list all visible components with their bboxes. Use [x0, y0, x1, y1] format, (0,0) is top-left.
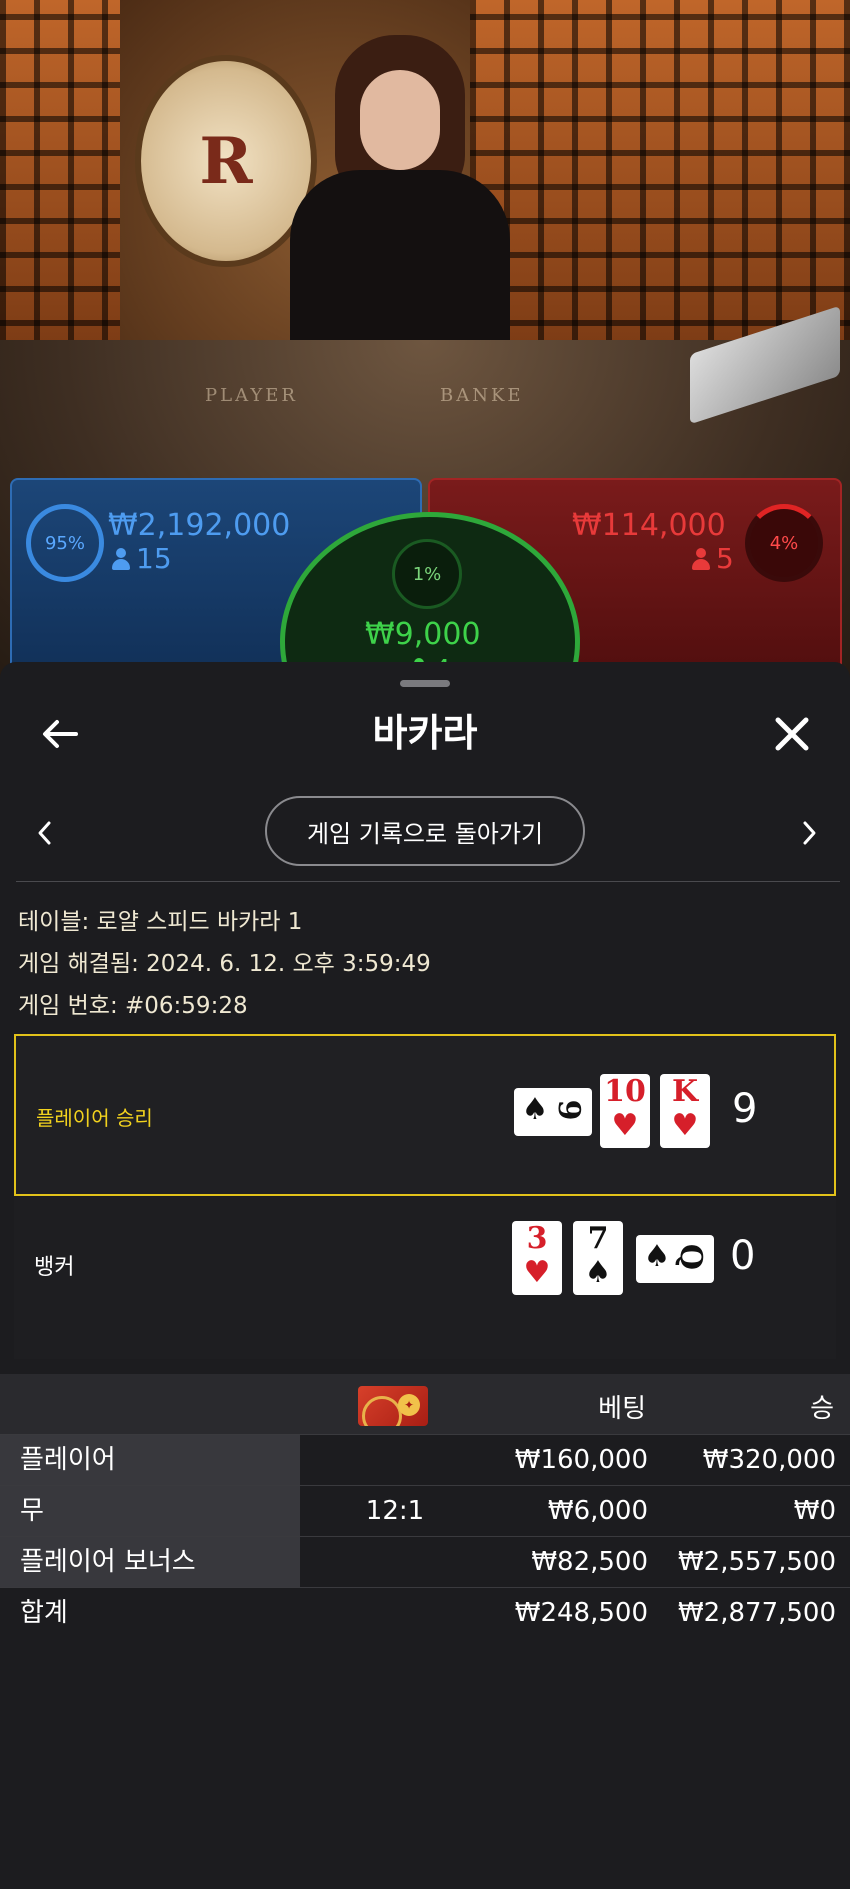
tie-percent-ring: 1% — [392, 539, 462, 609]
table-info: 테이블: 로얄 스피드 바카라 1 — [18, 909, 303, 935]
card-suit: ♠ — [643, 1239, 671, 1274]
banker-count: 5 — [692, 542, 734, 575]
card-suit: ♠ — [584, 1255, 612, 1290]
win-column-header: 승 — [810, 1394, 834, 1424]
bet-amount: ₩6,000 — [547, 1496, 648, 1526]
bet-column-header: 베팅 — [598, 1394, 646, 1424]
total-bet-amount: ₩248,500 — [514, 1598, 648, 1628]
player-percent-ring: 95% — [26, 504, 104, 582]
table-row: 플레이어 ₩160,000 ₩320,000 — [0, 1434, 850, 1485]
player-count: 15 — [112, 542, 172, 575]
banker-score: 0 — [730, 1233, 756, 1279]
chevron-right-icon — [803, 821, 816, 845]
win-amount: ₩2,557,500 — [677, 1547, 836, 1577]
user-icon — [692, 548, 710, 570]
bet-type: 플레이어 — [0, 1435, 300, 1485]
bet-amount: ₩160,000 — [514, 1445, 648, 1475]
banker-outcome-row: 뱅커 3 ♥ 7 ♠ ♠ Q 0 — [14, 1197, 836, 1359]
player-outcome-row: 플레이어 승리 ♠ 9 10 ♥ K ♥ 9 — [14, 1034, 836, 1196]
card-suit: ♥ — [523, 1255, 551, 1290]
card-suit: ♠ — [521, 1092, 549, 1127]
divider — [16, 881, 840, 882]
banker-percent-ring: 4% — [745, 504, 823, 582]
return-to-history-button[interactable]: 게임 기록으로 돌아가기 — [265, 796, 585, 866]
playing-card: 3 ♥ — [512, 1221, 562, 1295]
close-button[interactable] — [768, 710, 816, 758]
felt-banker-text: BANKE — [440, 385, 524, 406]
player-percent: 95% — [44, 532, 85, 554]
close-icon — [775, 717, 809, 751]
wall-lattice-left — [0, 0, 120, 360]
card-rank: 3 — [526, 1221, 548, 1256]
bet-amount: ₩82,500 — [531, 1547, 648, 1577]
player-score: 9 — [732, 1086, 758, 1132]
table-row: 무 12:1 ₩6,000 ₩0 — [0, 1485, 850, 1536]
playing-card: ♠ 9 — [514, 1088, 592, 1136]
royal-logo-letter: R — [199, 123, 253, 199]
playing-card: ♠ Q — [636, 1235, 714, 1283]
card-suit: ♥ — [611, 1108, 639, 1143]
wall-lattice-right — [470, 0, 850, 360]
card-suit: ♥ — [671, 1108, 699, 1143]
previous-round-button[interactable] — [30, 818, 60, 848]
user-icon — [112, 548, 130, 570]
tie-percent: 1% — [412, 563, 442, 585]
wave-pattern — [362, 1396, 402, 1426]
table-row: 플레이어 보너스 ₩82,500 ₩2,557,500 — [0, 1536, 850, 1587]
card-rank: 7 — [587, 1221, 609, 1256]
bet-type: 플레이어 보너스 — [0, 1537, 300, 1587]
card-rank: Q — [673, 1243, 708, 1271]
card-rank: 9 — [551, 1099, 586, 1121]
game-history-sheet: 바카라 게임 기록으로 돌아가기 테이블: 로얄 스피드 바카라 1 게임 해결… — [0, 662, 850, 1889]
banker-percent: 4% — [769, 532, 799, 554]
bets-table-header: ✦ 베팅 승 — [0, 1374, 850, 1434]
player-count-value: 15 — [136, 542, 172, 575]
next-round-button[interactable] — [794, 818, 824, 848]
resolved-time: 게임 해결됨: 2024. 6. 12. 오후 3:59:49 — [18, 951, 431, 977]
bonus-badge-icon: ✦ — [358, 1386, 428, 1426]
sheet-title: 바카라 — [372, 711, 478, 755]
felt-player-text: PLAYER — [205, 385, 298, 406]
banker-outcome-label: 뱅커 — [34, 1255, 75, 1280]
dealer-face — [360, 70, 440, 170]
win-amount: ₩0 — [793, 1496, 836, 1526]
bets-table: ✦ 베팅 승 플레이어 ₩160,000 ₩320,000 무 12:1 ₩6,… — [0, 1374, 850, 1638]
playing-card: 10 ♥ — [600, 1074, 650, 1148]
player-outcome-label: 플레이어 승리 — [36, 1106, 153, 1130]
banker-count-value: 5 — [716, 542, 734, 575]
total-label: 합계 — [20, 1598, 68, 1628]
playing-card: K ♥ — [660, 1074, 710, 1148]
total-win-amount: ₩2,877,500 — [677, 1598, 836, 1628]
card-rank: 10 — [604, 1074, 646, 1109]
banker-total-amount: ₩114,000 — [572, 508, 726, 543]
tie-total-amount: ₩9,000 — [365, 617, 481, 652]
chevron-left-icon — [38, 821, 51, 845]
coin-icon: ✦ — [398, 1394, 420, 1416]
sheet-drag-handle[interactable] — [400, 680, 450, 687]
card-rank: K — [671, 1074, 699, 1109]
game-number: 게임 번호: #06:59:28 — [18, 993, 248, 1019]
bet-type: 무 — [0, 1486, 300, 1536]
bet-odds: 12:1 — [365, 1496, 425, 1526]
win-amount: ₩320,000 — [702, 1445, 836, 1475]
player-total-amount: ₩2,192,000 — [108, 508, 291, 543]
playing-card: 7 ♠ — [573, 1221, 623, 1295]
total-row: 합계 ₩248,500 ₩2,877,500 — [0, 1587, 850, 1638]
dealer-body — [290, 170, 510, 360]
